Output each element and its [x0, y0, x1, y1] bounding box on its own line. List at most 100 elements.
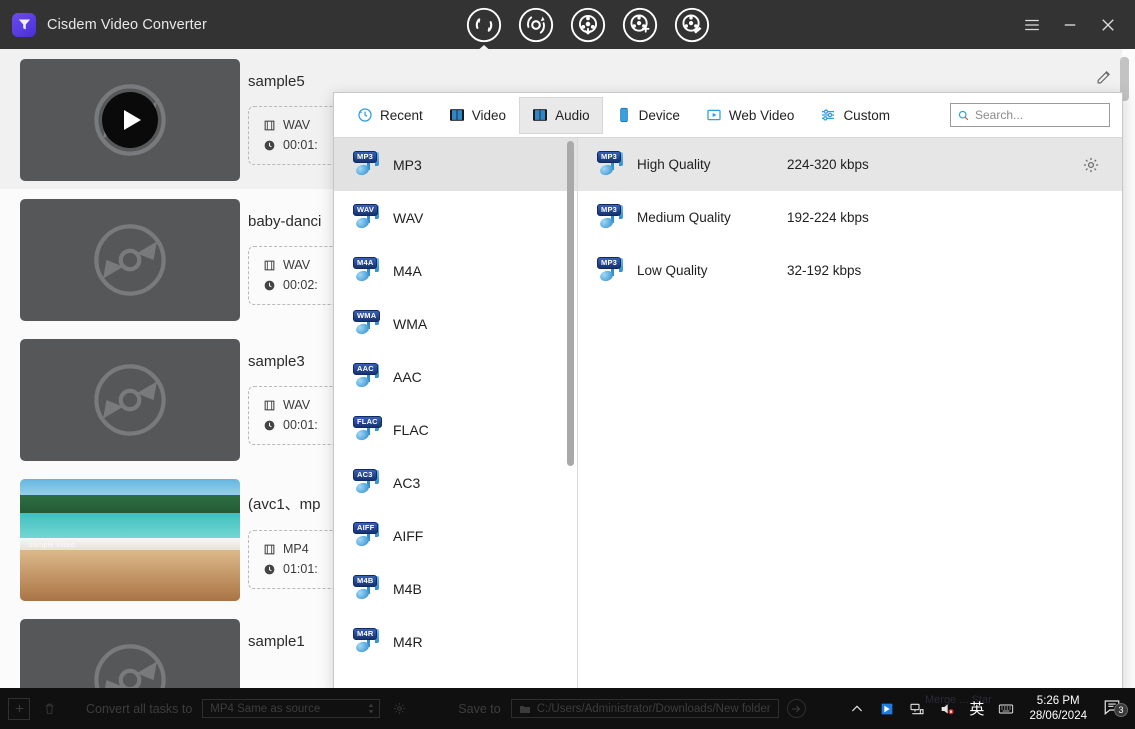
- close-button[interactable]: [1089, 6, 1127, 44]
- gear-icon[interactable]: [1082, 156, 1100, 174]
- tab-label: Custom: [843, 108, 890, 123]
- format-item-ac3[interactable]: AC3AC3: [334, 456, 577, 509]
- format-item-m4b[interactable]: M4B M4B: [334, 562, 577, 615]
- file-thumbnail[interactable]: [20, 199, 240, 321]
- convert-all-label: Convert all tasks to: [86, 702, 192, 716]
- film-strip-icon: [263, 259, 276, 272]
- notification-icon[interactable]: 3: [1095, 698, 1129, 719]
- edit-tab-icon[interactable]: [673, 6, 711, 44]
- funnel-logo-icon: [12, 13, 36, 37]
- format-item-m4r[interactable]: M4RM4R: [334, 615, 577, 668]
- phone-icon: [616, 107, 632, 123]
- arrow-right-icon[interactable]: [787, 699, 806, 718]
- page-scrollbar-track[interactable]: [1123, 49, 1132, 688]
- format-item-flac[interactable]: FLACFLAC: [334, 403, 577, 456]
- pencil-icon[interactable]: [1091, 63, 1117, 89]
- disc-icon: [88, 638, 172, 688]
- download-tab-icon[interactable]: [569, 6, 607, 44]
- compress-tab-icon[interactable]: [517, 6, 555, 44]
- format-settings-gear-icon[interactable]: [388, 698, 410, 720]
- clock-icon: [263, 563, 276, 576]
- chevron-up-icon[interactable]: [842, 688, 872, 729]
- file-thumbnail[interactable]: sample video: [20, 479, 240, 601]
- notification-count-badge: 3: [1114, 703, 1128, 717]
- output-format-select[interactable]: MP4 Same as source: [202, 699, 380, 718]
- format-item-aiff[interactable]: AIFF AIFF: [334, 509, 577, 562]
- format-label: AAC: [393, 369, 422, 385]
- format-list-scrollbar[interactable]: [567, 141, 574, 466]
- quality-item-medium-quality[interactable]: MP3Medium Quality192-224 kbps: [578, 191, 1122, 244]
- format-label: WAV: [393, 210, 423, 226]
- tab-audio[interactable]: Audio: [519, 97, 603, 134]
- clock-icon: [263, 419, 276, 432]
- audio-format-icon: AAC: [351, 363, 381, 391]
- play-icon[interactable]: [102, 92, 158, 148]
- file-thumbnail[interactable]: [20, 59, 240, 181]
- main-toolbar: [465, 6, 711, 44]
- trash-icon[interactable]: [38, 698, 60, 720]
- tray-date: 28/06/2024: [1029, 709, 1087, 724]
- format-label: AIFF: [393, 528, 423, 544]
- audio-format-icon: MP3: [351, 151, 381, 179]
- file-thumbnail[interactable]: [20, 619, 240, 688]
- save-path-field[interactable]: C:/Users/Administrator/Downloads/New fol…: [511, 699, 779, 718]
- output-format-value: MP4 Same as source: [210, 703, 320, 715]
- format-label: FLAC: [393, 422, 429, 438]
- clock-recent-icon: [357, 107, 373, 123]
- speaker-muted-icon[interactable]: [932, 688, 962, 729]
- save-path-value: C:/Users/Administrator/Downloads/New fol…: [537, 703, 771, 715]
- tab-label: Web Video: [729, 108, 795, 123]
- panel-tab-bar: RecentVideoAudioDevice Web Video Custom: [334, 93, 1122, 138]
- quality-item-high-quality[interactable]: MP3 High Quality224-320 kbps: [578, 138, 1122, 191]
- format-item-wav[interactable]: WAVWAV: [334, 191, 577, 244]
- format-item-aac[interactable]: AAC AAC: [334, 350, 577, 403]
- title-bar: Cisdem Video Converter: [0, 0, 1135, 49]
- blue-app-icon[interactable]: [872, 688, 902, 729]
- file-name: sample5: [248, 73, 366, 90]
- clock[interactable]: 5:26 PM 28/06/2024: [1021, 694, 1095, 724]
- tab-web-video[interactable]: Web Video: [693, 97, 808, 134]
- convert-tab-icon[interactable]: [465, 6, 503, 44]
- merge-tab-icon[interactable]: [621, 6, 659, 44]
- format-item-mp3[interactable]: MP3 MP3: [334, 138, 577, 191]
- audio-format-icon: MP3: [595, 257, 625, 285]
- format-list[interactable]: MP3 MP3 WAVWAVM4AM4AWMAWMA AAC AAC FLACFLACAC…: [334, 138, 578, 693]
- quality-bitrate: 224-320 kbps: [787, 157, 869, 172]
- format-item-m4a[interactable]: M4AM4A: [334, 244, 577, 297]
- format-label: M4B: [393, 581, 422, 597]
- save-to-label: Save to: [458, 702, 500, 716]
- tab-custom[interactable]: Custom: [807, 97, 903, 134]
- file-thumbnail[interactable]: [20, 339, 240, 461]
- quality-item-low-quality[interactable]: MP3 Low Quality32-192 kbps: [578, 244, 1122, 297]
- ime-language-indicator[interactable]: 英: [962, 698, 991, 719]
- file-duration-value: 00:01:: [283, 138, 318, 152]
- audio-format-icon: M4B: [351, 575, 381, 603]
- quality-bitrate: 32-192 kbps: [787, 263, 861, 278]
- audio-format-icon: WMA: [351, 310, 381, 338]
- minimize-button[interactable]: [1051, 6, 1089, 44]
- format-label: MP3: [393, 157, 422, 173]
- format-label: M4A: [393, 263, 422, 279]
- file-format-value: MP4: [283, 542, 309, 556]
- tab-recent[interactable]: Recent: [344, 97, 436, 134]
- network-icon[interactable]: [902, 688, 932, 729]
- sliders-icon: [820, 107, 836, 123]
- tab-video[interactable]: Video: [436, 97, 519, 134]
- plus-icon[interactable]: [8, 698, 30, 720]
- search-icon: [957, 109, 970, 122]
- quality-list[interactable]: MP3High Quality224-320 kbpsMP3Medium Qua…: [578, 138, 1122, 693]
- search-box[interactable]: [950, 103, 1110, 127]
- quality-name: Medium Quality: [637, 210, 787, 225]
- menu-button[interactable]: [1013, 6, 1051, 44]
- folder-icon: [519, 703, 531, 715]
- tab-device[interactable]: Device: [603, 97, 693, 134]
- search-input[interactable]: [975, 108, 1103, 122]
- audio-format-icon: AIFF: [351, 522, 381, 550]
- format-item-wma[interactable]: WMAWMA: [334, 297, 577, 350]
- quality-name: Low Quality: [637, 263, 787, 278]
- chevron-updown-icon: [367, 702, 375, 715]
- ime-keyboard-icon[interactable]: [991, 688, 1021, 729]
- quality-name: High Quality: [637, 157, 787, 172]
- audio-format-icon: MP3: [595, 151, 625, 179]
- file-meta: sample1: [248, 619, 305, 650]
